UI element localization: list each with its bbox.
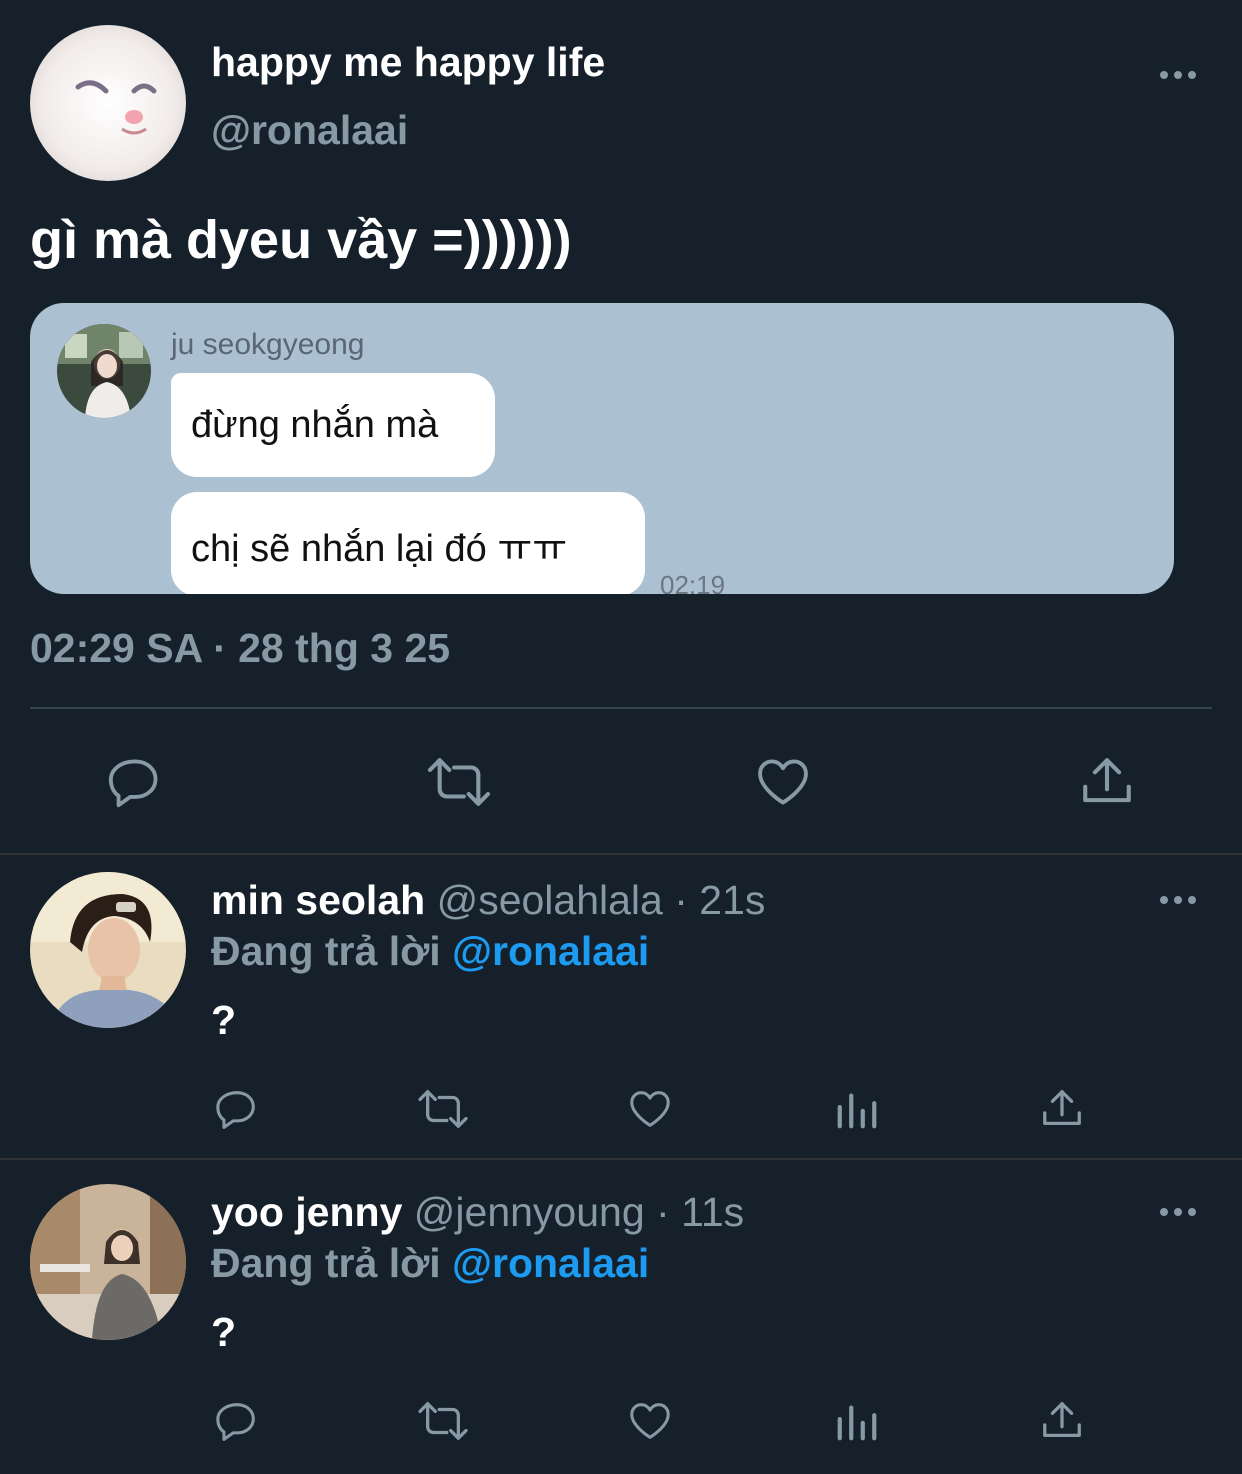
analytics-icon[interactable] xyxy=(834,1086,880,1132)
reply-time[interactable]: · 11s xyxy=(656,1189,744,1235)
reply-author-avatar[interactable] xyxy=(30,1184,186,1340)
chat-sender-name: ju seokgyeong xyxy=(171,328,365,361)
replying-to-line: Đang trả lời @ronalaai xyxy=(211,1239,649,1287)
retweet-icon[interactable] xyxy=(415,1086,471,1132)
analytics-icon[interactable] xyxy=(834,1398,880,1444)
retweet-icon[interactable] xyxy=(415,1398,471,1444)
reply-icon[interactable] xyxy=(213,1398,261,1444)
author-handle[interactable]: @ronalaai xyxy=(211,106,408,154)
more-options-icon[interactable] xyxy=(1160,1208,1196,1216)
chat-message-bubble: chị sẽ nhắn lại đó ㅠㅠ xyxy=(171,492,645,594)
tweet-divider xyxy=(0,1158,1242,1160)
tweet-divider xyxy=(0,853,1242,855)
retweet-icon[interactable] xyxy=(424,753,494,811)
reply-header: yoo jenny @jennyoung · 11s xyxy=(211,1188,744,1236)
reply-handle[interactable]: @seolahlala xyxy=(437,877,663,923)
reply-icon[interactable] xyxy=(213,1086,261,1132)
replying-to-line: Đang trả lời @ronalaai xyxy=(211,927,649,975)
reply-display-name[interactable]: yoo jenny xyxy=(211,1189,402,1235)
chat-message-time: 02:19 xyxy=(660,570,726,594)
quoted-chat-image[interactable]: ju seokgyeong đừng nhắn mà chị sẽ nhắn l… xyxy=(30,303,1174,594)
more-options-icon[interactable] xyxy=(1160,71,1196,79)
chat-message-text: chị sẽ nhắn lại đó ㅠㅠ xyxy=(191,527,568,570)
chat-message-bubble: đừng nhắn mà xyxy=(171,373,495,477)
reply-author-avatar[interactable] xyxy=(30,872,186,1028)
timestamp-divider xyxy=(30,707,1212,709)
author-display-name[interactable]: happy me happy life xyxy=(211,38,605,86)
share-icon[interactable] xyxy=(1038,1086,1086,1132)
chat-sender-avatar xyxy=(57,324,151,418)
reply-handle[interactable]: @jennyoung xyxy=(414,1189,645,1235)
replying-to-mention[interactable]: @ronalaai xyxy=(452,1240,649,1286)
share-icon[interactable] xyxy=(1038,1398,1086,1444)
replying-to-mention[interactable]: @ronalaai xyxy=(452,928,649,974)
reply-header: min seolah @seolahlala · 21s xyxy=(211,876,765,924)
heart-icon[interactable] xyxy=(752,753,814,811)
heart-icon[interactable] xyxy=(626,1086,674,1132)
heart-icon[interactable] xyxy=(626,1398,674,1444)
more-options-icon[interactable] xyxy=(1160,896,1196,904)
reply-text: ? xyxy=(211,997,237,1043)
replying-to-label: Đang trả lời xyxy=(211,928,441,974)
author-avatar[interactable] xyxy=(30,25,186,181)
reply-text: ? xyxy=(211,1309,237,1355)
replying-to-label: Đang trả lời xyxy=(211,1240,441,1286)
reply-time[interactable]: · 21s xyxy=(674,877,765,923)
share-icon[interactable] xyxy=(1076,753,1138,811)
tweet-timestamp: 02:29 SA · 28 thg 3 25 xyxy=(30,625,451,671)
chat-message-text: đừng nhắn mà xyxy=(191,403,439,446)
reply-display-name[interactable]: min seolah xyxy=(211,877,425,923)
reply-icon[interactable] xyxy=(104,753,166,811)
tweet-text: gì mà dyeu vầy =)))))) xyxy=(30,210,572,270)
